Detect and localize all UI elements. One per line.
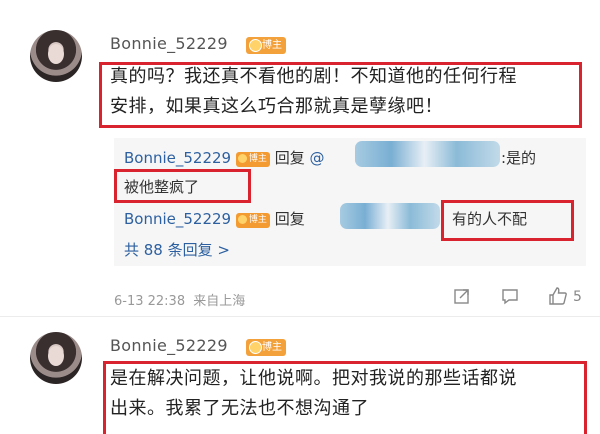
- avatar[interactable]: [30, 332, 82, 384]
- comment-text-line: 是在解决问题，让他说啊。把对我说的那些话都说: [110, 368, 517, 389]
- like-count: 5: [573, 289, 582, 305]
- reply-text: 有的人不配: [452, 210, 528, 228]
- avatar[interactable]: [30, 30, 82, 82]
- crown-icon: [249, 341, 262, 354]
- comment-text: 是在解决问题，让他说啊。把对我说的那些话都说 出来。我累了无法也不想沟通了: [110, 364, 517, 424]
- reply-text: 被他整疯了: [124, 178, 200, 196]
- comment-text-line: 出来。我累了无法也不想沟通了: [110, 398, 369, 419]
- mention-at[interactable]: @: [309, 149, 324, 167]
- comment-username[interactable]: Bonnie_52229: [110, 34, 228, 53]
- reply-suffix: :是的: [501, 149, 537, 167]
- reply-username[interactable]: Bonnie_52229: [124, 210, 231, 228]
- author-badge-label: 博主: [248, 154, 267, 164]
- reply-item[interactable]: Bonnie_52229 博主 回复: [124, 208, 305, 229]
- comment-date: 6-13 22:38: [114, 294, 186, 309]
- avatar-face: [48, 44, 64, 64]
- share-icon[interactable]: [452, 287, 472, 307]
- comment-text-line: 真的吗？我还真不看他的剧！不知道他的任何行程: [110, 66, 517, 87]
- thumbs-up-icon[interactable]: [548, 286, 568, 306]
- divider: [0, 316, 600, 317]
- author-badge: 博主: [246, 37, 286, 54]
- author-badge-label: 博主: [262, 40, 282, 51]
- reply-action-label: 回复: [274, 149, 305, 167]
- comment-username[interactable]: Bonnie_52229: [110, 336, 228, 355]
- author-badge-label: 博主: [262, 342, 282, 353]
- crown-icon: [237, 215, 247, 224]
- comment-location: 来自上海: [193, 294, 246, 309]
- crown-icon: [249, 39, 262, 52]
- blurred-mention: [340, 203, 440, 229]
- comment-text: 真的吗？我还真不看他的剧！不知道他的任何行程 安排，如果真这么巧合那就真是孽缘吧…: [110, 62, 517, 122]
- reply-username[interactable]: Bonnie_52229: [124, 149, 231, 167]
- author-badge: 博主: [235, 152, 270, 167]
- avatar-face: [48, 346, 64, 366]
- comment-timestamp: 6-13 22:38 来自上海: [114, 290, 245, 309]
- author-badge: 博主: [235, 213, 270, 228]
- author-badge-label: 博主: [248, 215, 267, 225]
- reply-item[interactable]: Bonnie_52229 博主 回复 @: [124, 147, 324, 168]
- comment-icon[interactable]: [500, 287, 520, 307]
- view-all-replies-link[interactable]: 共 88 条回复 >: [124, 239, 230, 260]
- crown-icon: [237, 154, 247, 163]
- comment-text-line: 安排，如果真这么巧合那就真是孽缘吧！: [110, 96, 443, 117]
- author-badge: 博主: [246, 339, 286, 356]
- blurred-mention: [355, 141, 500, 167]
- reply-action-label: 回复: [274, 210, 305, 228]
